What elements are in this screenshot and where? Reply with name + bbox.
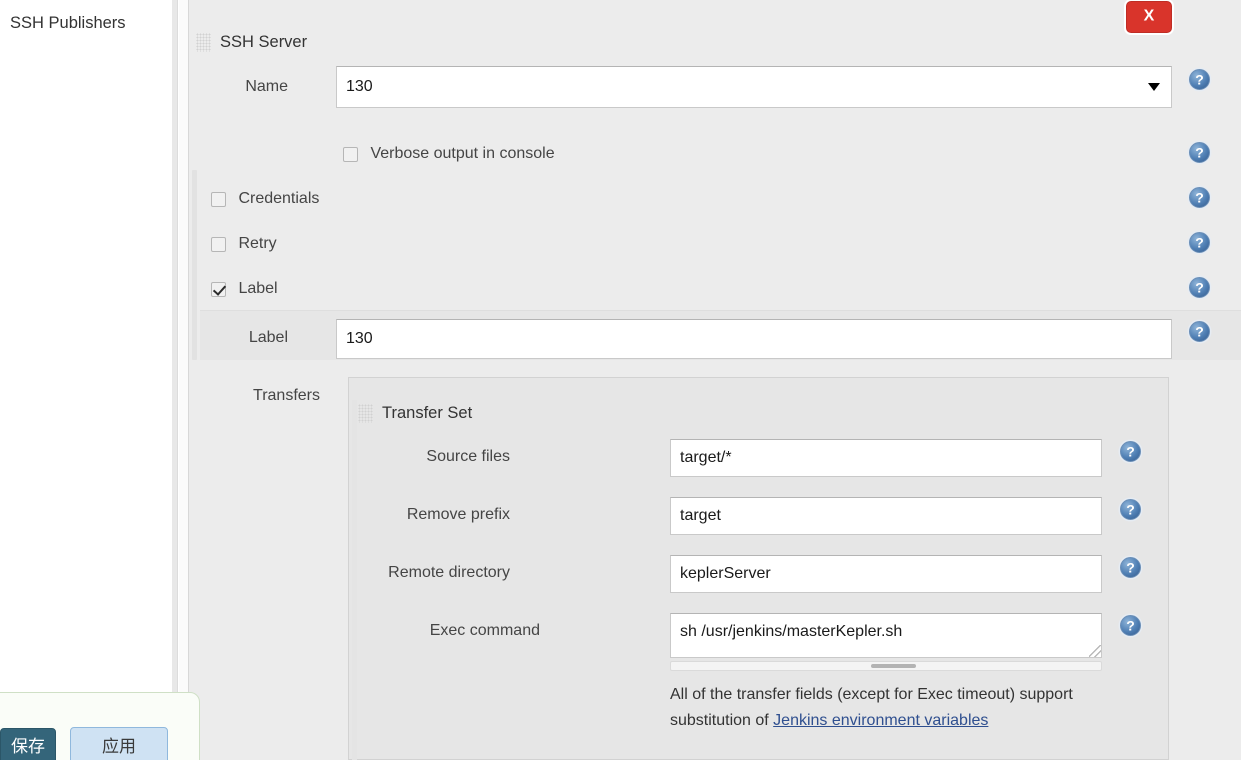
ssh-server-heading-label: SSH Server bbox=[220, 33, 308, 52]
ssh-publishers-page: SSH Publishers SSH Server Name 130 Verbo… bbox=[0, 0, 1241, 760]
save-button[interactable]: 保存 bbox=[0, 728, 56, 760]
label-checkbox-row[interactable]: Label bbox=[211, 280, 278, 298]
page-title: SSH Publishers bbox=[10, 14, 126, 32]
close-button[interactable]: X bbox=[1126, 1, 1172, 33]
remote-directory-label: Remote directory bbox=[388, 564, 510, 581]
remove-prefix-label: Remove prefix bbox=[406, 506, 510, 523]
drag-handle-icon[interactable] bbox=[196, 33, 211, 53]
exec-command-label: Exec command bbox=[429, 622, 540, 639]
exec-command-hscrollbar[interactable] bbox=[670, 661, 1102, 671]
jenkins-env-vars-link[interactable]: Jenkins environment variables bbox=[773, 712, 988, 729]
label-checkbox[interactable] bbox=[211, 281, 226, 297]
server-name-value: 130 bbox=[346, 78, 373, 95]
exec-command-hscroll-thumb[interactable] bbox=[871, 664, 916, 668]
transfer-note-line1: All of the transfer fields (except for E… bbox=[670, 686, 1016, 703]
help-icon-label-option[interactable] bbox=[1189, 277, 1210, 298]
verbose-output-label: Verbose output in console bbox=[370, 145, 555, 162]
credentials-checkbox-row[interactable]: Credentials bbox=[211, 190, 319, 208]
retry-label: Retry bbox=[238, 235, 277, 252]
source-files-input[interactable] bbox=[670, 439, 1102, 477]
help-icon-exec-command[interactable] bbox=[1120, 615, 1141, 636]
help-icon-remove-prefix[interactable] bbox=[1120, 499, 1141, 520]
label-input[interactable] bbox=[336, 319, 1172, 359]
transfer-note: All of the transfer fields (except for E… bbox=[670, 682, 1110, 734]
chevron-down-icon[interactable] bbox=[1148, 83, 1160, 91]
credentials-checkbox[interactable] bbox=[211, 191, 226, 207]
help-icon-retry[interactable] bbox=[1189, 232, 1210, 253]
close-icon: X bbox=[1143, 7, 1155, 25]
source-files-label: Source files bbox=[426, 448, 510, 465]
transfer-set-drag-handle-icon[interactable] bbox=[358, 404, 373, 424]
help-icon-verbose[interactable] bbox=[1189, 142, 1210, 163]
transfers-label: Transfers bbox=[253, 387, 320, 404]
help-icon-source-files[interactable] bbox=[1120, 441, 1141, 462]
server-name-select[interactable]: 130 bbox=[336, 66, 1172, 108]
help-icon-label-field[interactable] bbox=[1189, 321, 1210, 342]
remote-directory-input[interactable] bbox=[670, 555, 1102, 593]
label-checkbox-label: Label bbox=[238, 280, 278, 297]
panel-left-gap bbox=[179, 0, 188, 760]
apply-button[interactable]: 应用 bbox=[70, 727, 168, 760]
credentials-label: Credentials bbox=[238, 190, 320, 207]
transfer-set-heading-label: Transfer Set bbox=[382, 404, 473, 423]
verbose-output-checkbox-row[interactable]: Verbose output in console bbox=[343, 145, 555, 163]
retry-checkbox[interactable] bbox=[211, 236, 226, 252]
ssh-server-heading: SSH Server bbox=[196, 33, 308, 53]
remove-prefix-input[interactable] bbox=[670, 497, 1102, 535]
verbose-output-checkbox[interactable] bbox=[343, 146, 358, 162]
label-field-label: Label bbox=[248, 329, 288, 346]
exec-command-textarea[interactable]: sh /usr/jenkins/masterKepler.sh bbox=[670, 613, 1102, 658]
name-field-label: Name bbox=[245, 78, 288, 95]
retry-checkbox-row[interactable]: Retry bbox=[211, 235, 277, 253]
transfer-set-heading: Transfer Set bbox=[358, 404, 473, 424]
panel-left-rail bbox=[172, 0, 178, 760]
help-icon-name[interactable] bbox=[1189, 69, 1210, 90]
help-icon-credentials[interactable] bbox=[1189, 187, 1210, 208]
help-icon-remote-directory[interactable] bbox=[1120, 557, 1141, 578]
